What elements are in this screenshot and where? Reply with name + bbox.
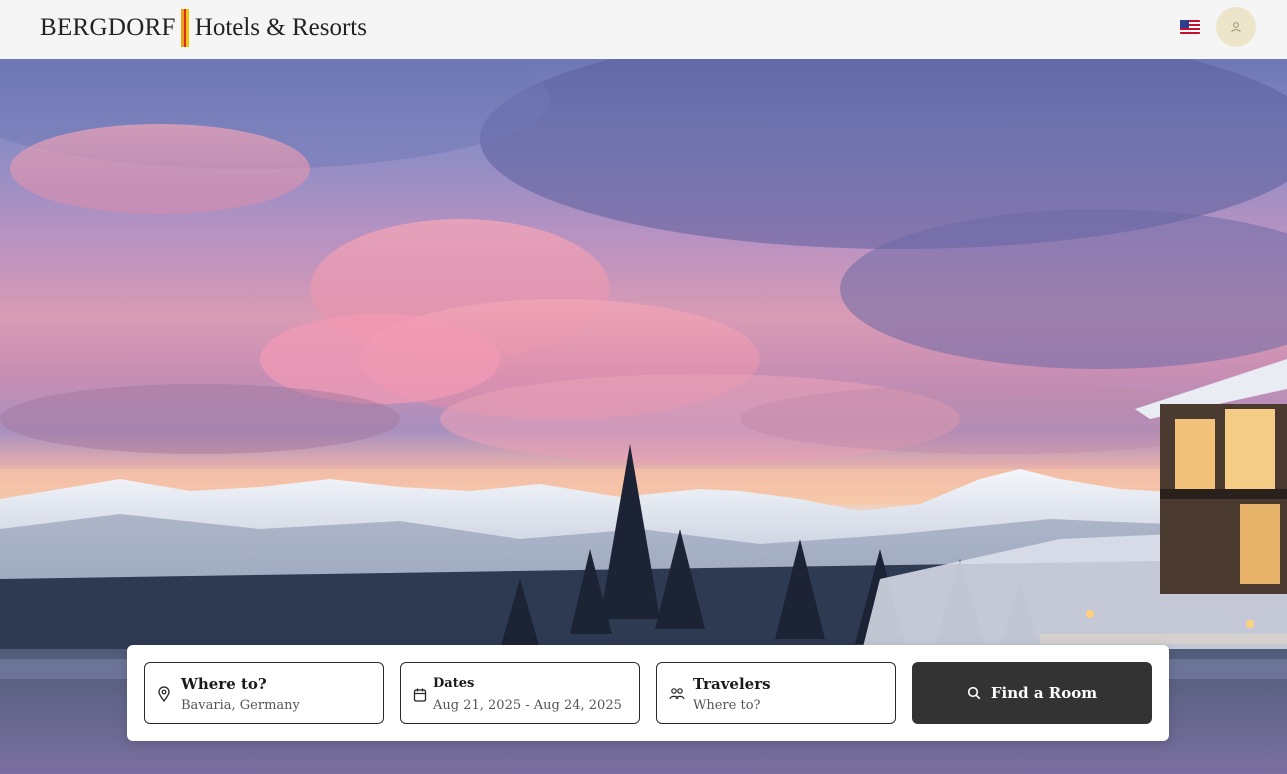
brand-secondary: Hotels & Resorts xyxy=(194,14,367,41)
users-icon xyxy=(669,688,685,700)
booking-search-panel: Where to? Bavaria, Germany Dates Aug 21,… xyxy=(127,645,1169,741)
destination-value: Bavaria, Germany xyxy=(181,698,300,713)
site-header: BERGDORF Hotels & Resorts xyxy=(0,0,1287,59)
find-room-button[interactable]: Find a Room xyxy=(912,662,1152,724)
travelers-label: Travelers xyxy=(693,675,771,693)
travelers-field[interactable]: Travelers Where to? xyxy=(656,662,896,724)
brand-logo[interactable]: BERGDORF Hotels & Resorts xyxy=(40,9,367,47)
us-flag-icon[interactable] xyxy=(1180,20,1200,34)
travelers-placeholder: Where to? xyxy=(693,698,761,713)
map-pin-icon xyxy=(158,686,170,702)
account-button[interactable] xyxy=(1216,7,1256,47)
user-icon xyxy=(1231,22,1241,33)
calendar-icon xyxy=(413,688,427,702)
dates-label: Dates xyxy=(433,676,475,691)
brand-stripes xyxy=(180,9,189,47)
destination-field[interactable]: Where to? Bavaria, Germany xyxy=(144,662,384,724)
destination-label: Where to? xyxy=(181,675,267,693)
dates-value: Aug 21, 2025 - Aug 24, 2025 xyxy=(433,698,622,713)
search-icon xyxy=(967,686,981,700)
brand-primary: BERGDORF xyxy=(40,14,176,41)
find-room-label: Find a Room xyxy=(990,684,1098,702)
dates-field[interactable]: Dates Aug 21, 2025 - Aug 24, 2025 xyxy=(400,662,640,724)
